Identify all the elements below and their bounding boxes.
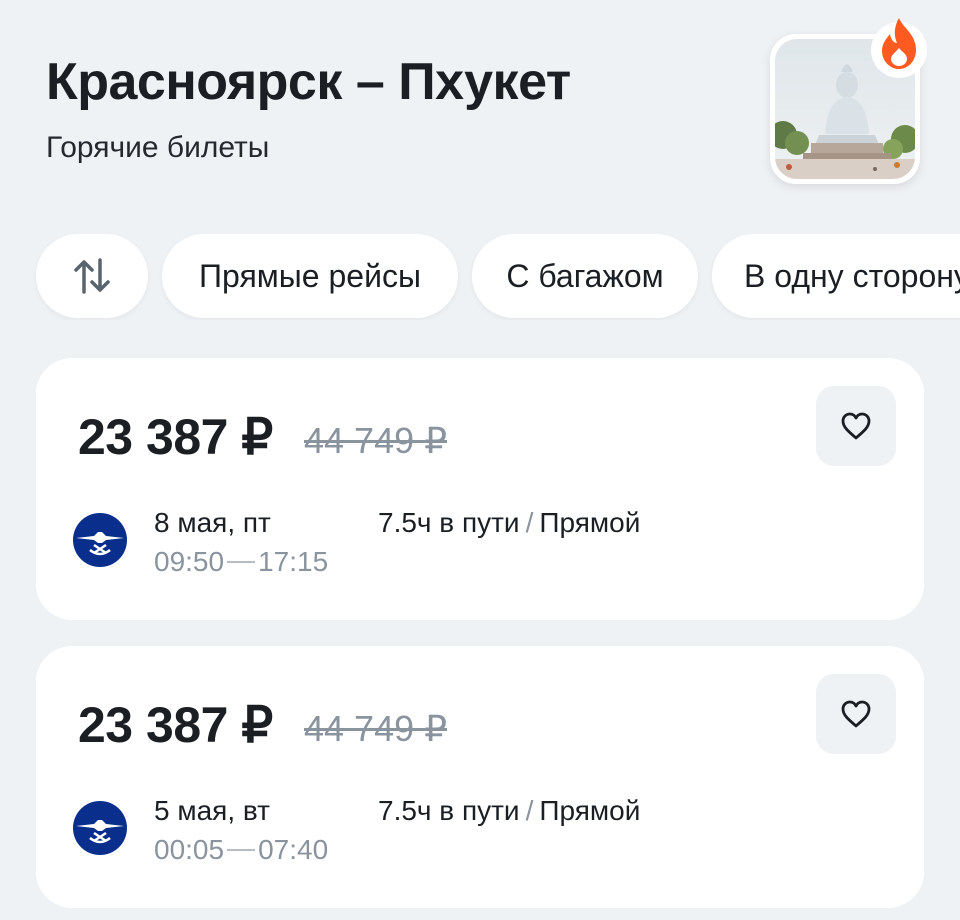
ticket-card[interactable]: 23 387 ₽ 44 749 ₽ 8 мая, пт 09:50 17:15 7… [36,358,924,620]
flight-date: 8 мая, пт [154,507,271,538]
flight-date: 5 мая, вт [154,795,270,826]
arrival-time: 17:15 [258,546,329,577]
arrival-time: 07:40 [258,834,329,865]
flight-type: Прямой [539,507,641,538]
departure-time: 00:05 [154,834,225,865]
departure-time: 09:50 [154,546,225,577]
ticket-old-price: 44 749 ₽ [304,420,448,461]
fire-badge [870,12,928,78]
time-dash [227,560,256,563]
ticket-price: 23 387 ₽ [78,697,273,753]
sort-button[interactable] [36,234,148,318]
flight-times: 09:50 17:15 [154,545,328,579]
flight-duration: 7.5ч в пути [378,795,520,826]
fire-icon [871,18,927,78]
header: Красноярск – Пхукет Горячие билеты [0,0,960,220]
page-title: Красноярск – Пхукет [46,53,571,111]
flight-info: 7.5ч в пути / Прямой [378,506,640,540]
sort-arrows-icon [74,258,110,294]
time-dash [227,848,256,851]
page-subtitle: Горячие билеты [46,131,270,164]
aeroflot-logo-icon [73,801,127,855]
flight-type: Прямой [539,795,641,826]
airline-logo [72,512,128,568]
heart-icon [841,700,871,728]
info-separator: / [525,507,534,538]
airline-logo [72,800,128,856]
flight-times: 00:05 07:40 [154,833,328,867]
favorite-button[interactable] [816,674,896,754]
filter-bar: Прямые рейсы С багажом В одну сторону [0,234,960,320]
flight-duration: 7.5ч в пути [378,507,520,538]
info-separator: / [525,795,534,826]
ticket-card[interactable]: 23 387 ₽ 44 749 ₽ 5 мая, вт 00:05 07:40 7… [36,646,924,908]
flight-info: 7.5ч в пути / Прямой [378,794,640,828]
heart-icon [841,412,871,440]
favorite-button[interactable] [816,386,896,466]
filter-chip-one-way[interactable]: В одну сторону [712,234,960,318]
filter-chip-direct[interactable]: Прямые рейсы [162,234,458,318]
aeroflot-logo-icon [73,513,127,567]
ticket-price: 23 387 ₽ [78,409,273,465]
filter-chip-baggage[interactable]: С багажом [472,234,698,318]
ticket-old-price: 44 749 ₽ [304,708,448,749]
